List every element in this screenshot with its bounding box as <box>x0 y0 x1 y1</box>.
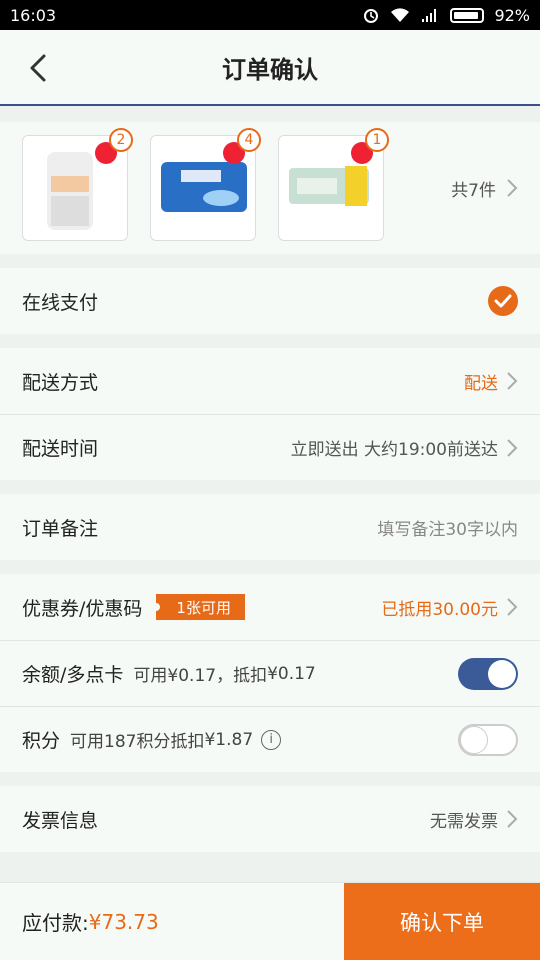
balance-sub: 可用¥0.17，抵扣 <box>133 666 268 686</box>
order-note-input[interactable]: 填写备注30字以内 <box>377 515 518 540</box>
balance-row: 余额/多点卡 可用¥0.17，抵扣 ¥0.17 <box>0 640 540 706</box>
points-row: 积分 可用187积分抵扣 ¥1.87 i <box>0 706 540 772</box>
payment-section: 在线支付 <box>0 268 540 334</box>
points-amount: ¥1.87 <box>204 729 254 750</box>
back-arrow-icon[interactable] <box>24 52 56 84</box>
signal-icon <box>422 9 437 22</box>
delivery-method-label: 配送方式 <box>22 371 99 394</box>
chevron-right-icon <box>507 810 518 828</box>
chevron-right-icon <box>507 598 518 616</box>
submit-order-button[interactable]: 确认下单 <box>344 883 540 960</box>
invoice-value: 无需发票 <box>430 811 498 832</box>
points-label: 积分 <box>22 730 61 752</box>
status-bar: 16:03 92% <box>0 0 540 30</box>
battery-icon <box>450 7 485 23</box>
coupon-value: 已抵用30.00元 <box>381 599 498 620</box>
quantity-badge: 4 <box>237 128 261 152</box>
rice-bag-image <box>47 152 93 230</box>
checkout-bar: 应付款: ¥73.73 确认下单 <box>0 882 540 960</box>
coupon-available-tag: 1张可用 <box>152 594 245 620</box>
product-section[interactable]: 2 4 1 共7件 <box>0 122 540 254</box>
points-toggle[interactable] <box>458 723 518 756</box>
total-value: ¥73.73 <box>88 909 159 934</box>
quantity-badge: 1 <box>365 128 389 152</box>
points-sub: 可用187积分抵扣 <box>70 732 205 752</box>
alarm-icon <box>364 9 379 23</box>
balance-amount: ¥0.17 <box>267 663 316 684</box>
discount-section: 优惠券/优惠码 1张可用 已抵用30.00元 余额/多点卡 可用¥0.17，抵扣… <box>0 574 540 772</box>
order-note-row[interactable]: 订单备注 填写备注30字以内 <box>0 494 540 560</box>
invoice-label: 发票信息 <box>22 809 99 832</box>
invoice-row[interactable]: 发票信息 无需发票 <box>0 786 540 852</box>
total-label: 应付款: <box>22 911 89 935</box>
nav-bar: 订单确认 <box>0 30 540 106</box>
product-list[interactable]: 2 4 1 共7件 <box>0 122 540 254</box>
product-count-text: 共7件 <box>451 180 496 201</box>
balance-toggle[interactable] <box>458 657 518 690</box>
order-note-label: 订单备注 <box>22 517 99 540</box>
info-icon[interactable]: i <box>261 729 282 750</box>
product-thumb-pads[interactable]: 4 <box>150 128 261 241</box>
coupon-row[interactable]: 优惠券/优惠码 1张可用 已抵用30.00元 <box>0 574 540 640</box>
pads-pack-image <box>161 162 247 212</box>
battery-percent: 92% <box>494 5 530 25</box>
payment-row[interactable]: 在线支付 <box>0 268 540 334</box>
chevron-right-icon <box>507 438 518 457</box>
delivery-time-label: 配送时间 <box>22 438 99 460</box>
delivery-time-value: 立即送出 大约19:00前送达 <box>290 440 498 460</box>
invoice-section: 发票信息 无需发票 <box>0 786 540 852</box>
delivery-section: 配送方式 配送 配送时间 立即送出 大约19:00前送达 <box>0 348 540 480</box>
payment-label: 在线支付 <box>22 291 99 314</box>
coupon-label: 优惠券/优惠码 <box>22 597 143 620</box>
balance-label: 余额/多点卡 <box>22 664 124 686</box>
product-thumb-rice[interactable]: 2 <box>22 128 133 241</box>
delivery-method-value: 配送 <box>464 373 498 394</box>
chevron-right-icon <box>507 372 518 390</box>
page-title: 订单确认 <box>222 55 318 84</box>
status-time: 16:03 <box>10 5 57 25</box>
status-icons: 92% <box>362 6 530 25</box>
tissue-pack-image <box>289 166 369 206</box>
product-count[interactable]: 共7件 <box>451 176 518 201</box>
delivery-method-row[interactable]: 配送方式 配送 <box>0 348 540 414</box>
wifi-icon <box>391 8 410 22</box>
delivery-time-row[interactable]: 配送时间 立即送出 大约19:00前送达 <box>0 414 540 480</box>
product-thumb-tissue[interactable]: 1 <box>278 128 389 241</box>
note-section: 订单备注 填写备注30字以内 <box>0 494 540 560</box>
chevron-right-icon <box>507 179 518 197</box>
check-icon[interactable] <box>488 286 518 316</box>
quantity-badge: 2 <box>109 128 133 152</box>
